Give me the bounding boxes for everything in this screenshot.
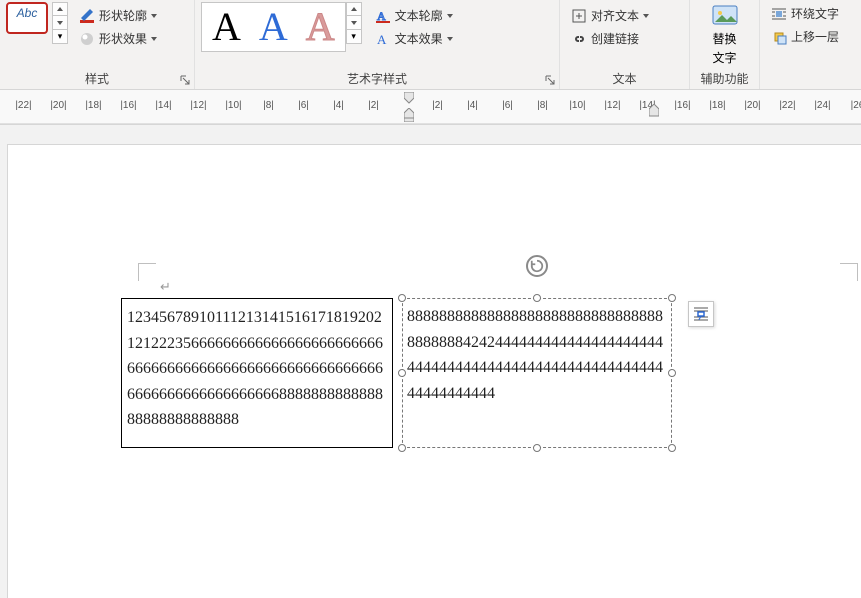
gallery-up-button[interactable] — [52, 2, 68, 16]
gallery-more-button[interactable]: ▾ — [52, 30, 68, 44]
group-title-shape-styles: 样式 — [6, 68, 188, 89]
wordart-sample-1[interactable]: A — [212, 7, 241, 47]
layout-options-icon — [692, 305, 710, 323]
group-title-accessibility: 辅助功能 — [696, 68, 753, 89]
wordart-gallery-nav: ▾ — [346, 2, 362, 44]
layout-options-button[interactable] — [688, 301, 714, 327]
shape-effects-label: 形状效果 — [99, 30, 147, 47]
bring-forward-icon — [771, 29, 787, 45]
align-text-icon — [571, 8, 587, 24]
text-effects-button[interactable]: A 文本效果 — [370, 27, 458, 50]
ruler-right[interactable]: |2||4||6||8||10||12||14||16||18||20||22|… — [420, 93, 861, 111]
gallery-up-button[interactable] — [346, 2, 362, 16]
wrap-text-button[interactable]: 环绕文字 — [766, 2, 844, 25]
text-effects-icon: A — [375, 31, 391, 47]
resize-handle-s[interactable] — [533, 444, 541, 452]
text-outline-icon: A — [375, 8, 391, 24]
align-text-label: 对齐文本 — [591, 7, 639, 24]
dialog-launcher-wordart[interactable] — [543, 73, 557, 87]
group-shape-styles: Abc ▾ 形状轮廓 — [0, 0, 195, 89]
create-link-button[interactable]: 创建链接 — [566, 27, 654, 50]
textbox-right[interactable]: 8888888888888888888888888888888888888884… — [402, 298, 672, 448]
alt-text-label-2: 文字 — [712, 49, 736, 66]
resize-handle-se[interactable] — [668, 444, 676, 452]
group-title-arrange — [766, 71, 855, 89]
alt-text-button[interactable]: 替换 文字 — [705, 2, 745, 68]
resize-handle-nw[interactable] — [398, 294, 406, 302]
group-wordart-styles: A A A ▾ A 文本轮廓 — [195, 0, 560, 89]
ribbon: Abc ▾ 形状轮廓 — [0, 0, 861, 90]
svg-text:A: A — [377, 32, 387, 47]
chevron-down-icon — [643, 14, 649, 18]
alt-text-label-1: 替换 — [712, 30, 736, 47]
bring-forward-button[interactable]: 上移一层 — [766, 25, 844, 48]
chevron-down-icon — [151, 37, 157, 41]
dialog-launcher-shape-styles[interactable] — [178, 73, 192, 87]
resize-handle-e[interactable] — [668, 369, 676, 377]
page-area: ↵ 12345678910111213141516171819202121222… — [0, 124, 861, 598]
text-outline-button[interactable]: A 文本轮廓 — [370, 4, 458, 27]
svg-text:A: A — [377, 9, 386, 23]
gallery-down-button[interactable] — [346, 16, 362, 30]
shape-effects-button[interactable]: 形状效果 — [74, 27, 162, 50]
shape-outline-label: 形状轮廓 — [99, 7, 147, 24]
group-title-text: 文本 — [566, 68, 683, 89]
right-indent-marker[interactable] — [649, 104, 659, 118]
rotation-handle[interactable] — [526, 255, 548, 277]
resize-handle-w[interactable] — [398, 369, 406, 377]
wrap-text-label: 环绕文字 — [791, 5, 839, 22]
textbox-left-content: 1234567891011121314151617181920212122235… — [127, 309, 383, 428]
ruler-area: |22||20||18||16||14||12||10||8||6||4||2|… — [0, 90, 861, 124]
create-link-label: 创建链接 — [591, 30, 639, 47]
textbox-right-content: 8888888888888888888888888888888888888884… — [407, 308, 663, 402]
text-effects-label: 文本效果 — [395, 30, 443, 47]
align-text-button[interactable]: 对齐文本 — [566, 4, 654, 27]
wordart-sample-3[interactable]: A — [306, 7, 335, 47]
pen-icon — [79, 8, 95, 24]
resize-handle-ne[interactable] — [668, 294, 676, 302]
hanging-indent-marker[interactable] — [404, 108, 414, 122]
group-arrange: 环绕文字 上移一层 — [760, 0, 861, 89]
text-outline-label: 文本轮廓 — [395, 7, 443, 24]
effects-icon — [79, 31, 95, 47]
resize-handle-n[interactable] — [533, 294, 541, 302]
chevron-down-icon — [151, 14, 157, 18]
shape-outline-button[interactable]: 形状轮廓 — [74, 4, 162, 27]
chevron-down-icon — [447, 37, 453, 41]
alt-text-icon — [711, 4, 739, 28]
ruler-left[interactable]: |22||20||18||16||14||12||10||8||6||4||2| — [6, 93, 391, 111]
shape-style-sample[interactable]: Abc — [6, 2, 48, 34]
wrap-text-icon — [771, 6, 787, 22]
link-icon — [571, 31, 587, 47]
wordart-gallery[interactable]: A A A — [201, 2, 346, 52]
shape-style-gallery-nav: ▾ — [52, 2, 68, 44]
margin-corner-tl — [138, 263, 156, 281]
wordart-sample-2[interactable]: A — [259, 7, 288, 47]
chevron-down-icon — [447, 14, 453, 18]
gallery-more-button[interactable]: ▾ — [346, 30, 362, 44]
resize-handle-sw[interactable] — [398, 444, 406, 452]
textbox-left[interactable]: 1234567891011121314151617181920212122235… — [121, 298, 393, 448]
paragraph-mark: ↵ — [160, 279, 171, 295]
bring-forward-label: 上移一层 — [791, 28, 839, 45]
document-page[interactable]: ↵ 12345678910111213141516171819202121222… — [8, 145, 861, 598]
group-title-wordart: 艺术字样式 — [201, 68, 553, 89]
group-accessibility: 替换 文字 辅助功能 — [690, 0, 760, 89]
group-text: 对齐文本 创建链接 文本 — [560, 0, 690, 89]
gallery-down-button[interactable] — [52, 16, 68, 30]
margin-corner-tr — [840, 263, 858, 281]
